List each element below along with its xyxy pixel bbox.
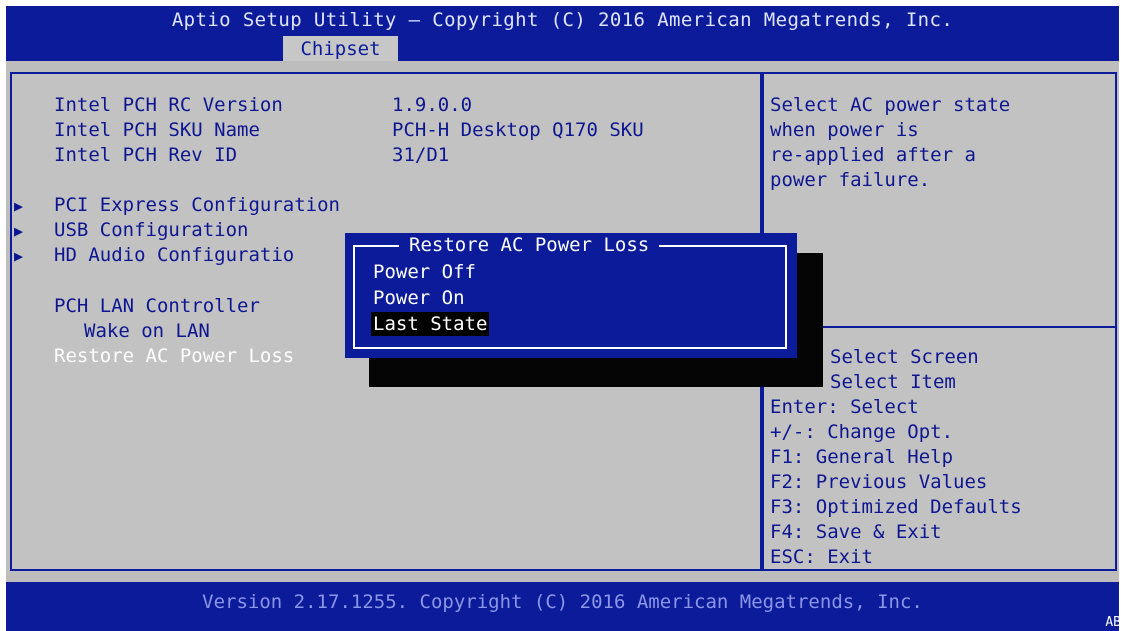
submenu-arrow-icon: ▶ — [14, 247, 24, 265]
submenu-arrow-icon: ▶ — [14, 222, 24, 240]
key-hint-enter: Enter: Select — [770, 396, 919, 418]
help-line: re-applied after a — [770, 144, 976, 166]
submenu-label: USB Configuration — [54, 219, 249, 241]
key-hint-select-screen: Select Screen — [830, 346, 979, 368]
info-label-sku-name: Intel PCH SKU Name — [54, 119, 260, 141]
info-value-sku-name: PCH-H Desktop Q170 SKU — [392, 119, 644, 141]
key-hint-f2: F2: Previous Values — [770, 471, 988, 493]
help-line: power failure. — [770, 169, 931, 191]
popup-option-last-state[interactable]: Last State — [371, 312, 490, 336]
help-line: when power is — [770, 119, 919, 141]
submenu-label: PCI Express Configuration — [54, 194, 340, 216]
popup-option-power-on[interactable]: Power On — [373, 286, 465, 310]
key-hint-f1: F1: General Help — [770, 446, 954, 468]
submenu-label: HD Audio Configuratio — [54, 244, 295, 266]
setting-wake-on-lan[interactable]: Wake on LAN — [84, 320, 210, 342]
info-label-rev-id: Intel PCH Rev ID — [54, 144, 238, 166]
footer-version: Version 2.17.1255. Copyright (C) 2016 Am… — [202, 591, 923, 613]
corner-label: AB — [1105, 615, 1121, 630]
submenu-arrow-icon: ▶ — [14, 197, 24, 215]
info-value-rev-id: 31/D1 — [392, 144, 450, 166]
key-hint-f4: F4: Save & Exit — [770, 521, 942, 543]
key-hint-f3: F3: Optimized Defaults — [770, 496, 1022, 518]
restore-ac-power-loss-dialog: Restore AC Power Loss Power Off Power On… — [345, 233, 797, 358]
setting-restore-ac-power-loss[interactable]: Restore AC Power Loss — [54, 345, 294, 367]
popup-title: Restore AC Power Loss — [399, 234, 660, 256]
key-hint-change-opt: +/-: Change Opt. — [770, 421, 954, 443]
info-label-rc-version: Intel PCH RC Version — [54, 94, 283, 116]
tab-chipset[interactable]: Chipset — [283, 36, 398, 62]
header-title: Aptio Setup Utility – Copyright (C) 2016… — [171, 9, 954, 31]
key-hint-esc: ESC: Exit — [770, 546, 873, 568]
key-hint-select-item: Select Item — [830, 371, 956, 393]
help-line: Select AC power state — [770, 94, 1011, 116]
info-value-rc-version: 1.9.0.0 — [392, 94, 473, 116]
popup-option-power-off[interactable]: Power Off — [373, 260, 476, 284]
setting-pch-lan-controller[interactable]: PCH LAN Controller — [54, 295, 260, 317]
